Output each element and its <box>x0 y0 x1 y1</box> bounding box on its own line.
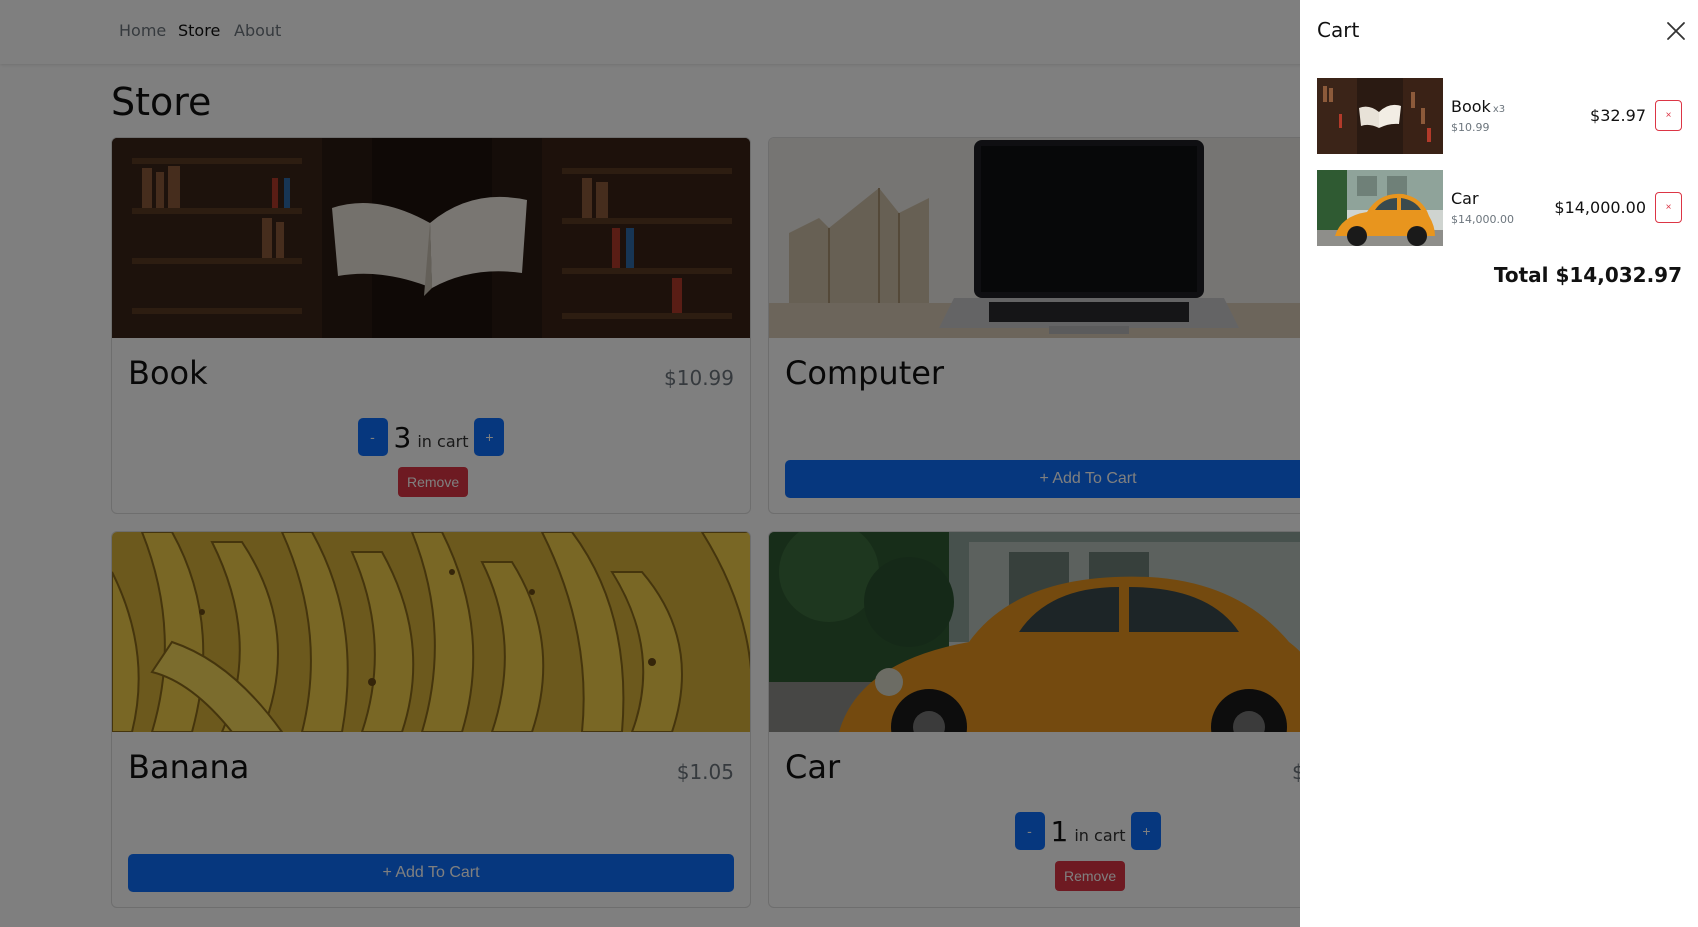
cart-panel: Cart Book x3 $10.99 $32.97 × Car $14,000… <box>1300 0 1698 927</box>
cart-item-total: $14,000.00 <box>1554 198 1646 217</box>
cart-item-image <box>1317 170 1443 246</box>
cart-item-remove-button[interactable]: × <box>1655 100 1682 131</box>
cart-item-multiplier: x3 <box>1492 104 1506 115</box>
cart-item-name: Book <box>1451 97 1491 116</box>
cart-item-unit-price: $10.99 <box>1451 121 1490 134</box>
cart-item-total: $32.97 <box>1590 106 1646 125</box>
cart-item-remove-button[interactable]: × <box>1655 192 1682 223</box>
cart-item: Book x3 $10.99 $32.97 × <box>1317 78 1682 154</box>
cart-item-name-row: Car <box>1451 189 1481 208</box>
cart-item: Car $14,000.00 $14,000.00 × <box>1317 170 1682 246</box>
cart-item-image <box>1317 78 1443 154</box>
cart-item-name-row: Book x3 <box>1451 97 1505 116</box>
cart-total: Total $14,032.97 <box>1493 263 1682 287</box>
cart-item-name: Car <box>1451 189 1479 208</box>
cart-title: Cart <box>1317 18 1360 42</box>
cart-item-unit-price: $14,000.00 <box>1451 213 1514 226</box>
close-icon[interactable] <box>1665 20 1687 42</box>
